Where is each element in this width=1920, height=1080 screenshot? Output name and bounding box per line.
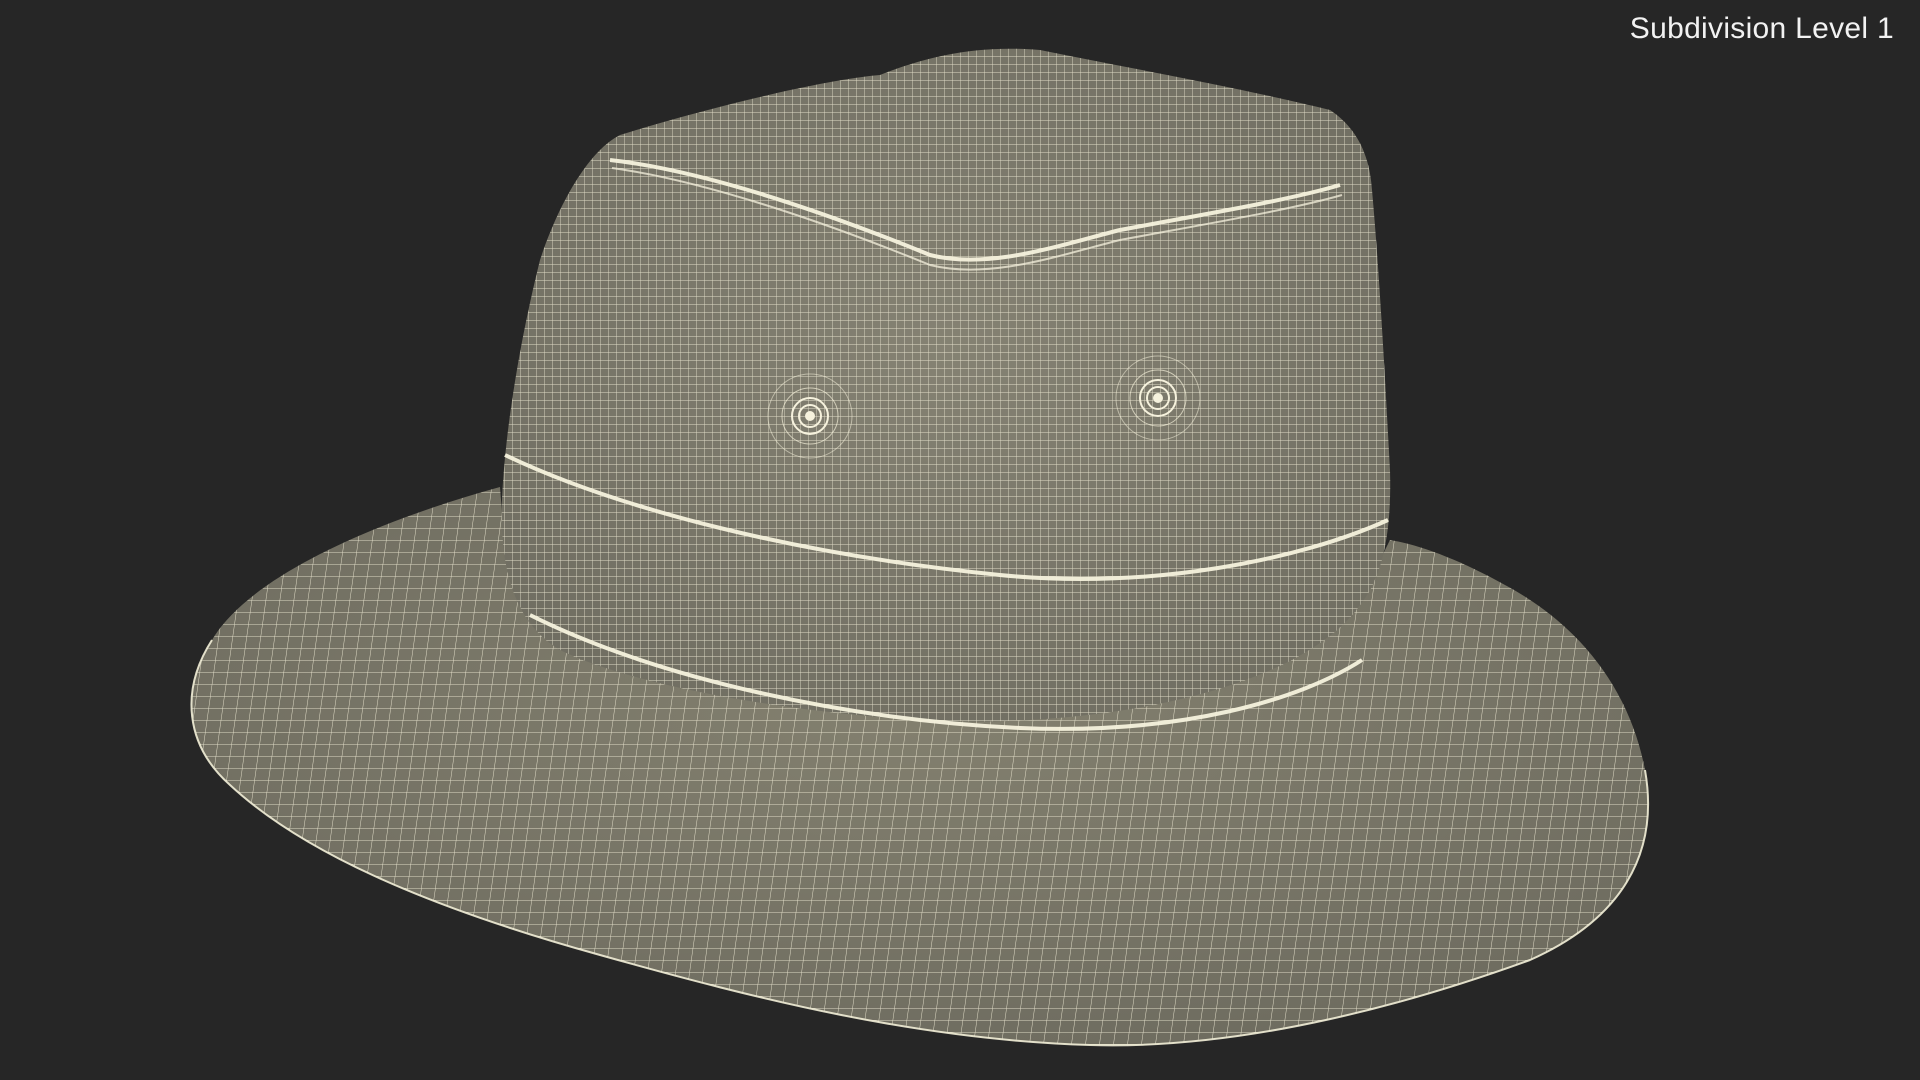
render-viewport: Subdivision Level 1: [0, 0, 1920, 1080]
hat-crown: [501, 48, 1391, 722]
hat-wireframe-render: [190, 48, 1650, 1047]
